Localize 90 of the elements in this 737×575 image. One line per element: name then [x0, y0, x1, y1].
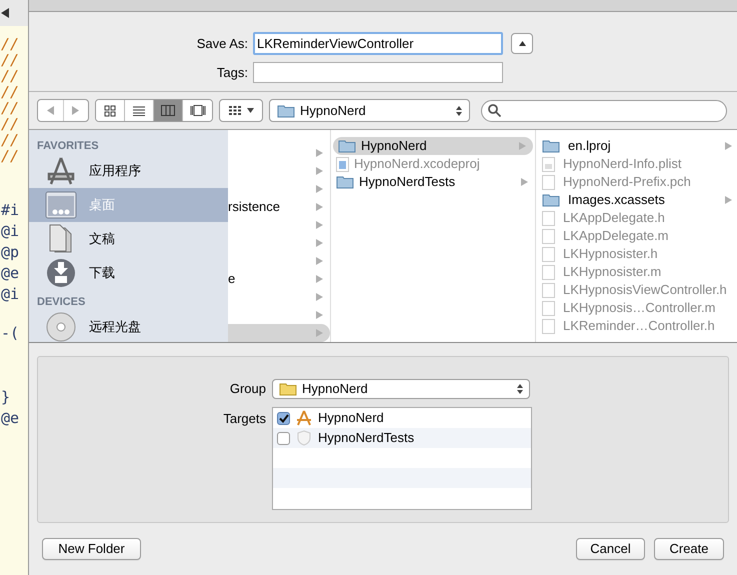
disclosure-arrow-icon	[316, 203, 323, 211]
browser-row[interactable]: Images.xcassets	[536, 191, 737, 209]
sidebar-item[interactable]: 文稿	[29, 222, 228, 256]
code-line: -(	[1, 325, 20, 341]
list-view-icon	[133, 106, 145, 116]
code-line: @e	[1, 263, 20, 284]
targets-label: Targets	[222, 410, 267, 428]
code-line: }	[1, 387, 12, 408]
save-as-field[interactable]: LKReminderViewController	[253, 32, 503, 55]
group-popup[interactable]: HypnoNerd	[272, 379, 530, 399]
target-name: HypnoNerd	[318, 409, 384, 428]
target-name: HypnoNerdTests	[318, 429, 414, 448]
view-mode-button[interactable]	[154, 100, 183, 121]
back-arrow-icon	[1, 8, 9, 18]
code-line: //	[1, 68, 20, 84]
disclosure-arrow-icon	[316, 329, 323, 337]
search-field[interactable]	[481, 100, 727, 122]
code-line: @e	[1, 408, 20, 429]
stepper-arrows-icon	[456, 106, 462, 116]
code-line: //	[1, 116, 20, 132]
code-line: @i	[1, 221, 20, 242]
sidebar-item[interactable]: 应用程序	[29, 154, 228, 188]
cover-flow-icon	[190, 105, 206, 116]
group-label: Group	[228, 380, 267, 398]
cancel-button[interactable]: Cancel	[576, 538, 645, 560]
disclosure-arrow-icon	[521, 178, 528, 186]
disclosure-arrow-icon	[316, 185, 323, 193]
arrange-button[interactable]	[219, 99, 263, 122]
browser-row[interactable]: HypnoNerdTests	[331, 173, 535, 191]
checkbox[interactable]	[277, 432, 290, 444]
columns-view-icon	[161, 105, 175, 116]
folder-icon	[542, 139, 560, 153]
back-forward-control[interactable]	[37, 99, 89, 122]
disclosure-arrow-icon	[316, 167, 323, 175]
tags-field[interactable]	[253, 62, 503, 83]
stepper-arrows-icon	[517, 384, 523, 394]
disclosure-arrow-icon	[316, 293, 323, 301]
grid-icon	[228, 106, 240, 115]
code-line: //	[1, 100, 20, 116]
new-folder-button[interactable]: New Folder	[42, 538, 141, 560]
collapse-button[interactable]	[511, 33, 533, 54]
browser-row[interactable]: e	[228, 270, 330, 288]
save-as-label: Save As:	[196, 34, 249, 53]
sidebar-section-title: DEVICES	[36, 295, 86, 310]
back-icon	[46, 106, 54, 115]
folder-icon	[279, 382, 297, 396]
code-line: //	[1, 52, 20, 68]
app-target-icon	[296, 410, 312, 426]
code-line: //	[1, 36, 20, 52]
browser-row[interactable]: HypnoNerd	[333, 137, 533, 155]
browser-row[interactable]: rsistence	[228, 198, 330, 216]
disclosure-arrow-icon	[519, 142, 526, 150]
sidebar-item[interactable]: 下载	[29, 256, 228, 290]
disclosure-arrow-icon	[316, 275, 323, 283]
disclosure-arrow-icon	[316, 221, 323, 229]
sidebar-section-title: FAVORITES	[36, 139, 100, 154]
checkmark-icon	[278, 414, 288, 422]
folder-icon	[336, 175, 354, 189]
tags-label: Tags:	[216, 64, 249, 82]
disclosure-arrow-icon	[316, 149, 323, 157]
disclosure-arrow-icon	[725, 142, 732, 150]
compass-ruler-icon	[46, 156, 76, 186]
folder-icon	[277, 104, 295, 118]
plist-file-icon	[542, 156, 555, 172]
code-line: //	[1, 132, 20, 148]
code-line: @p	[1, 242, 20, 263]
code-line: @i	[1, 284, 20, 305]
desktop-icon	[45, 191, 77, 219]
code-line: //	[1, 84, 20, 100]
grid-view-icon	[104, 104, 116, 116]
view-mode-button[interactable]	[96, 100, 125, 121]
up-triangle-icon	[518, 41, 526, 46]
project-file-icon	[336, 156, 349, 172]
code-line: //	[1, 148, 20, 164]
forward-icon	[72, 106, 80, 115]
browser-row[interactable]: en.lproj	[536, 137, 737, 155]
caret-icon	[246, 108, 254, 113]
disclosure-arrow-icon	[725, 196, 732, 204]
disclosure-arrow-icon	[316, 257, 323, 265]
disclosure-arrow-icon	[316, 311, 323, 319]
disclosure-arrow-icon	[316, 239, 323, 247]
folder-icon	[542, 193, 560, 207]
create-button[interactable]: Create	[654, 538, 724, 560]
download-icon	[46, 258, 76, 288]
code-line: #i	[1, 200, 20, 221]
folder-icon	[338, 139, 356, 153]
search-icon	[488, 104, 501, 117]
checkbox[interactable]	[277, 412, 290, 424]
sidebar-item[interactable]: 远程光盘	[29, 310, 228, 342]
location-popup[interactable]: HypnoNerd	[269, 99, 470, 122]
